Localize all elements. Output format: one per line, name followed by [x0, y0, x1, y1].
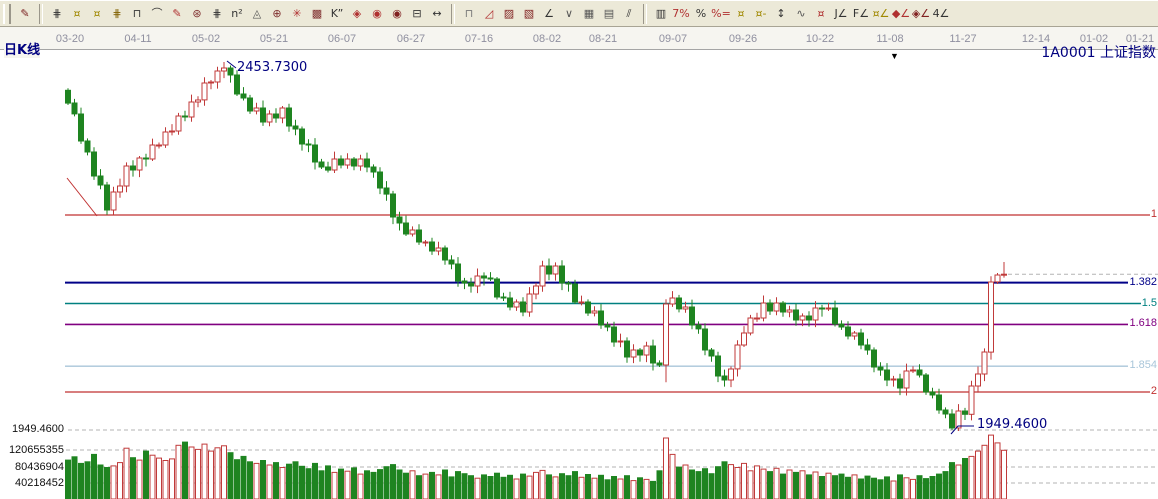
date-axis-label: 06-07 — [327, 33, 357, 45]
date-axis-label: 11-27 — [949, 33, 977, 45]
date-axis-label: 05-02 — [191, 33, 221, 45]
candlestick-layer — [65, 62, 1007, 431]
date-axis-label: 09-07 — [658, 33, 688, 45]
date-axis-label: 10-22 — [805, 33, 835, 45]
date-axis-label: 11-08 — [876, 33, 904, 45]
volume-tick-2: 80436904 — [0, 461, 64, 473]
volume-tick-3: 40218452 — [0, 477, 64, 489]
golden-section-label: 1.854 — [1128, 359, 1158, 371]
date-axis-label: 07-16 — [464, 33, 494, 45]
period-label: 日K线 — [4, 39, 41, 58]
price-axis-min-label: 1949.4600 — [0, 423, 64, 435]
date-axis-label: 03-20 — [55, 33, 85, 45]
event-marker-triangle[interactable]: ▼ — [890, 51, 899, 61]
date-axis-label: 08-21 — [588, 33, 618, 45]
golden-section-label: 2 — [1149, 385, 1158, 397]
date-axis-label: 09-26 — [728, 33, 758, 45]
stock-analysis-window: ✎ ⋕ ¤ ¤ ⋕ ⊓ ⌒ ✎ ⊛ ⋕ n² ◬ ⊕ ✳ ▩ K” ◈ ◉ ◉ ⊟ ↔ ⊓ ◿ ▨ ▧ ∠ ∨ ▦ ▤ ⫽ ▥ 7%% %= ¤ ¤… — [0, 0, 1158, 499]
golden-section-lines — [65, 214, 1158, 393]
date-axis-label: 05-21 — [259, 33, 289, 45]
trend-line[interactable] — [66, 177, 98, 217]
date-axis-label: 06-27 — [396, 33, 426, 45]
high-annotation-pointer — [226, 60, 237, 69]
golden-section-label: 1 — [1149, 208, 1158, 220]
low-annotation: 1949.4600 — [977, 417, 1048, 432]
volume-tick-1: 120655355 — [0, 444, 64, 456]
golden-section-label: 1.382 — [1128, 276, 1158, 288]
high-annotation: 2453.7300 — [237, 60, 308, 75]
symbol-label: 1A0001 上证指数 — [1041, 45, 1156, 61]
date-axis-label: 04-11 — [124, 33, 152, 45]
golden-section-label: 1.5 — [1140, 297, 1158, 309]
golden-section-label: 1.618 — [1128, 317, 1158, 329]
